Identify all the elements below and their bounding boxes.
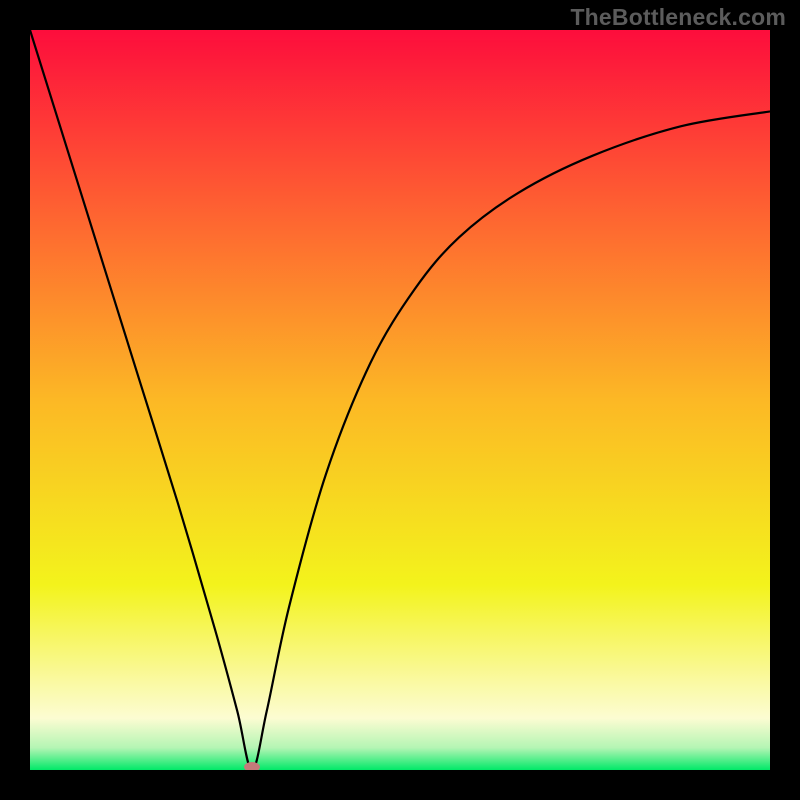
chart-frame: TheBottleneck.com — [0, 0, 800, 800]
watermark-label: TheBottleneck.com — [570, 4, 786, 31]
chart-background — [30, 30, 770, 770]
chart-svg — [30, 30, 770, 770]
plot-area — [30, 30, 770, 770]
